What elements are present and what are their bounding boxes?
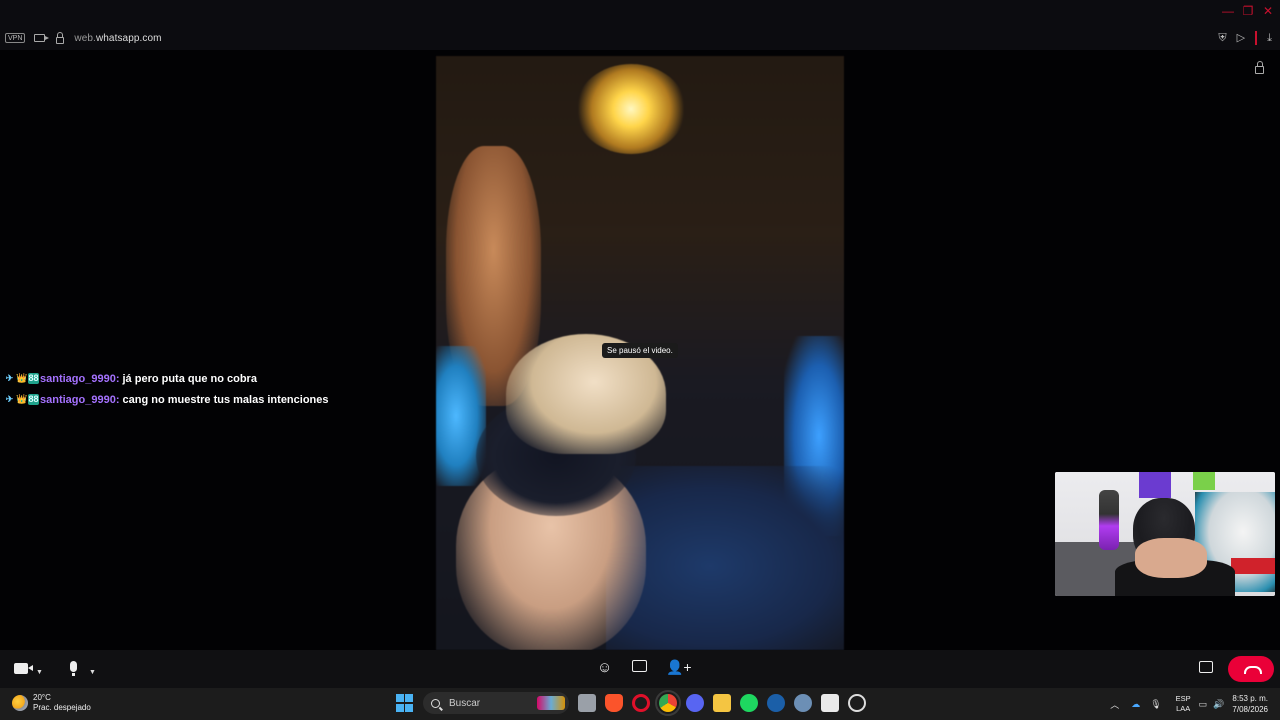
url-prefix: web. xyxy=(74,32,96,44)
settings-gear-icon[interactable] xyxy=(794,694,812,712)
chat-username: santiago_9990 xyxy=(40,372,116,385)
play-icon[interactable]: ▷ xyxy=(1237,32,1245,45)
windows-start-icon[interactable] xyxy=(396,694,414,712)
spotify-icon[interactable] xyxy=(740,694,758,712)
shield-icon[interactable]: ⛨ xyxy=(1218,32,1226,45)
chat-overlay: ✈ 👑 88 santiago_9990: já pero puta que n… xyxy=(4,368,329,410)
clock-date: 7/08/2026 xyxy=(1232,705,1268,714)
sub-badge-icon: 88 xyxy=(28,394,39,405)
self-video-preview[interactable] xyxy=(1055,472,1275,596)
language-code: ESP xyxy=(1175,694,1191,703)
plane-badge-icon: ✈ xyxy=(5,373,14,383)
app-icon[interactable] xyxy=(848,694,866,712)
search-placeholder: Buscar xyxy=(449,697,481,709)
microphone-icon[interactable] xyxy=(70,661,77,676)
microphone-tray-icon[interactable]: 🎙 xyxy=(1150,699,1161,710)
screen-share-icon[interactable] xyxy=(632,660,647,672)
url-domain: whatsapp.com xyxy=(95,32,162,44)
opera-gx-icon[interactable] xyxy=(632,694,650,712)
chrome-icon[interactable] xyxy=(655,690,681,716)
network-icon[interactable]: ▭ xyxy=(1199,699,1208,710)
chevron-up-icon[interactable]: ︿ xyxy=(1110,698,1119,711)
clock[interactable]: 8:53 p. m. 7/08/2026 xyxy=(1232,693,1268,715)
clock-time: 8:53 p. m. xyxy=(1232,694,1268,703)
keyboard-layout: LAA xyxy=(1176,704,1191,713)
call-controls-bar: ▼ ▼ ☺ 👤+ xyxy=(0,650,1280,688)
chat-text: já pero puta que no cobra xyxy=(122,372,257,385)
video-paused-notice: Se pausó el video. xyxy=(602,343,678,358)
microsoft-store-icon[interactable] xyxy=(821,694,839,712)
end-call-button[interactable] xyxy=(1228,656,1274,682)
task-view-icon[interactable] xyxy=(578,694,596,712)
plane-badge-icon: ✈ xyxy=(5,394,14,404)
chat-message: ✈ 👑 88 santiago_9990: cang no muestre tu… xyxy=(4,389,329,410)
lock-icon[interactable] xyxy=(56,31,65,44)
search-icon xyxy=(431,698,440,708)
mic-options-chevron-icon[interactable]: ▼ xyxy=(89,665,96,681)
video-camera-icon[interactable] xyxy=(14,663,33,674)
window-controls: — ❐ ✕ xyxy=(1222,4,1274,18)
camera-icon[interactable] xyxy=(34,34,50,42)
brave-browser-icon[interactable] xyxy=(605,694,623,712)
file-explorer-icon[interactable] xyxy=(713,694,731,712)
fullscreen-icon[interactable] xyxy=(1199,661,1213,673)
crown-badge-icon: 👑 xyxy=(16,394,28,404)
weather-widget[interactable]: 20°C Prac. despejado xyxy=(12,693,91,713)
volume-icon[interactable]: 🔊 xyxy=(1213,699,1224,710)
weather-temp: 20°C xyxy=(33,693,51,702)
weather-sun-icon xyxy=(12,695,28,711)
address-bar-actions: ⛨ ▷ ⤓ xyxy=(1218,31,1272,45)
chat-colon: : xyxy=(115,372,120,385)
chat-username: santiago_9990 xyxy=(40,393,116,406)
steam-icon[interactable] xyxy=(767,694,785,712)
taskbar-apps: Buscar xyxy=(396,690,866,716)
download-icon[interactable]: ⤓ xyxy=(1267,32,1272,45)
taskbar: 20°C Prac. despejado Buscar ︿ ☁ 🎙 ESP LA… xyxy=(0,688,1280,720)
onedrive-icon[interactable]: ☁ xyxy=(1131,699,1140,710)
url-text[interactable]: web.whatsapp.com xyxy=(74,33,161,44)
add-participant-icon[interactable]: 👤+ xyxy=(666,659,692,675)
close-icon[interactable]: ✕ xyxy=(1262,4,1274,18)
emoji-icon[interactable]: ☺ xyxy=(597,660,612,676)
divider xyxy=(1255,31,1258,45)
encryption-lock-icon[interactable] xyxy=(1255,61,1264,74)
restore-icon[interactable]: ❐ xyxy=(1242,4,1254,18)
discord-icon[interactable] xyxy=(686,694,704,712)
chat-message: ✈ 👑 88 santiago_9990: já pero puta que n… xyxy=(4,368,329,389)
search-highlight-icon xyxy=(537,696,565,710)
vpn-badge[interactable]: VPN xyxy=(5,33,26,43)
address-bar[interactable]: VPN web.whatsapp.com ⛨ ▷ ⤓ xyxy=(0,26,1280,50)
sub-badge-icon: 88 xyxy=(28,373,39,384)
camera-options-chevron-icon[interactable]: ▼ xyxy=(36,665,43,681)
minimize-icon[interactable]: — xyxy=(1222,4,1234,18)
system-tray: ︿ ☁ 🎙 ESP LAA ▭ 🔊 8:53 p. m. 7/08/2026 xyxy=(1110,688,1280,720)
chat-colon: : xyxy=(115,393,120,406)
weather-desc: Prac. despejado xyxy=(33,703,91,712)
taskbar-search[interactable]: Buscar xyxy=(423,692,569,714)
chat-text: cang no muestre tus malas intenciones xyxy=(122,393,329,406)
language-indicator[interactable]: ESP LAA xyxy=(1176,694,1191,714)
browser-titlebar: — ❐ ✕ xyxy=(0,0,1280,26)
crown-badge-icon: 👑 xyxy=(16,373,28,383)
